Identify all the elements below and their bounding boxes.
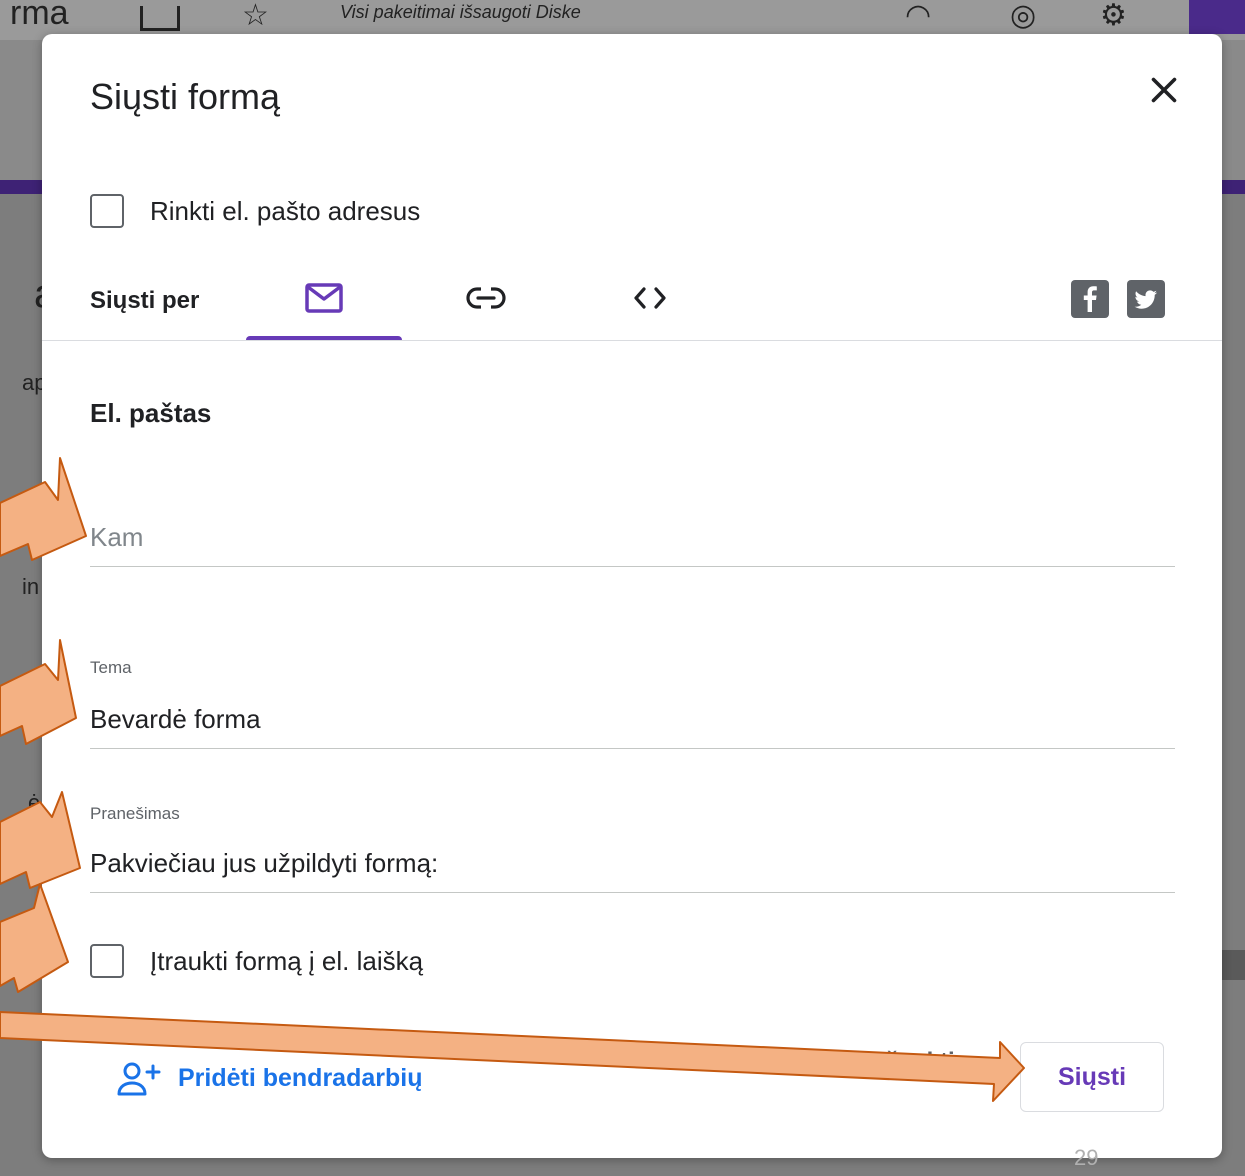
- background-fragment: ri: [28, 696, 41, 721]
- dialog-title: Siųsti formą: [90, 76, 281, 117]
- subject-field[interactable]: Tema Bevardė forma: [90, 654, 1175, 750]
- background-app-title: rma: [10, 0, 69, 32]
- send-button[interactable]: Siųsti: [1020, 1042, 1164, 1112]
- to-input[interactable]: [90, 522, 1170, 553]
- send-via-label: Siųsti per: [90, 287, 200, 314]
- preview-icon: ◎: [1010, 0, 1037, 32]
- add-person-icon: [117, 1062, 161, 1096]
- background-fragment: in: [22, 574, 40, 599]
- tab-link[interactable]: [408, 270, 564, 340]
- collect-emails-checkbox[interactable]: [90, 194, 124, 228]
- page-number: 29: [1074, 1145, 1099, 1170]
- close-icon[interactable]: [1146, 72, 1182, 108]
- section-title-email: El. paštas: [90, 398, 212, 428]
- message-field[interactable]: Pranešimas Pakviečiau jus užpildyti form…: [90, 800, 1175, 894]
- message-value: Pakviečiau jus užpildyti formą:: [90, 848, 439, 878]
- cancel-button[interactable]: Atšaukti: [860, 1048, 955, 1076]
- tab-email[interactable]: [246, 270, 402, 340]
- to-field: [90, 518, 1175, 568]
- tabs-divider: [42, 340, 1222, 341]
- twitter-share-button[interactable]: [1127, 280, 1165, 318]
- star-icon: ☆: [242, 0, 269, 32]
- twitter-icon: [1134, 290, 1157, 309]
- collect-emails-label: Rinkti el. pašto adresus: [150, 196, 421, 226]
- facebook-share-button[interactable]: [1071, 280, 1109, 318]
- save-status: Visi pakeitimai išsaugoti Diske: [340, 2, 581, 22]
- folder-icon: [140, 6, 180, 31]
- embed-code-icon: [634, 287, 666, 309]
- message-label: Pranešimas: [90, 804, 180, 823]
- to-field-underline: [90, 566, 1175, 567]
- facebook-icon: [1083, 286, 1097, 312]
- settings-icon: ⚙: [1100, 0, 1127, 32]
- palette-icon: ◠: [905, 0, 932, 32]
- subject-field-underline: [90, 748, 1175, 749]
- add-collaborators-label: Pridėti bendradarbių: [178, 1064, 423, 1092]
- message-field-underline: [90, 892, 1175, 893]
- include-form-checkbox[interactable]: [90, 944, 124, 978]
- send-button-background: [1189, 0, 1245, 34]
- link-icon: [466, 285, 506, 311]
- mail-icon: [305, 283, 343, 313]
- include-form-label: Įtraukti formą į el. laišką: [150, 946, 424, 976]
- subject-label: Tema: [90, 658, 132, 677]
- send-form-dialog: Siųsti formą Rinkti el. pašto adresus Si…: [42, 34, 1222, 1158]
- background-fragment: ė: [28, 790, 41, 815]
- background-scroll-strip: [1222, 950, 1245, 980]
- tab-embed[interactable]: [572, 270, 728, 340]
- subject-value: Bevardė forma: [90, 704, 261, 734]
